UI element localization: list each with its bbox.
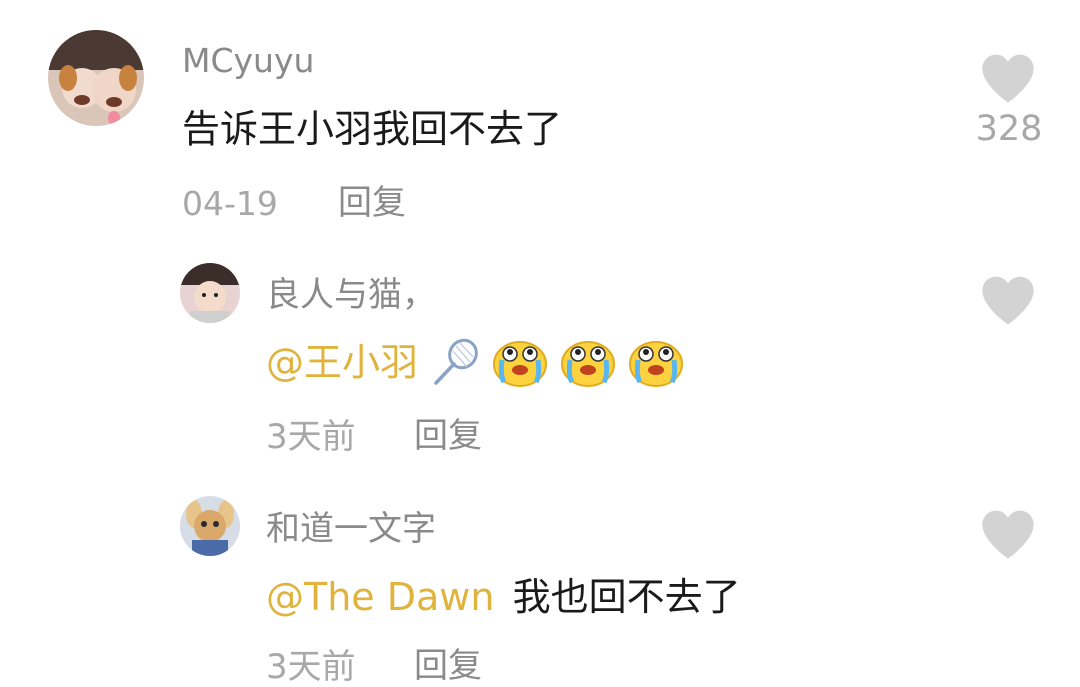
reply-date: 3天前 xyxy=(266,647,356,687)
mention-link[interactable]: @The Dawn xyxy=(266,575,494,619)
like-count: 328 xyxy=(975,109,1043,149)
comment-username[interactable]: MCyuyu xyxy=(182,44,314,77)
reply-button[interactable]: 回复 xyxy=(414,419,482,453)
reply-date: 3天前 xyxy=(266,417,356,457)
reply-message: 我也回不去了 xyxy=(512,575,741,619)
avatar[interactable] xyxy=(48,30,144,126)
reply-button[interactable]: 回复 xyxy=(414,649,482,683)
reply-button[interactable]: 回复 xyxy=(338,186,406,220)
crying-face-emoji xyxy=(492,336,548,394)
reply-username[interactable]: 良人与猫， xyxy=(266,278,436,312)
avatar[interactable] xyxy=(180,496,240,556)
heart-icon xyxy=(982,276,1034,325)
mention-link[interactable]: @王小羽 xyxy=(266,341,418,385)
like-button[interactable] xyxy=(980,508,1036,560)
heart-icon xyxy=(982,54,1034,103)
crying-face-emoji xyxy=(628,336,684,394)
like-button[interactable] xyxy=(980,52,1036,104)
badminton-racket-icon xyxy=(430,337,480,393)
heart-icon xyxy=(982,510,1034,559)
reply-text: @王小羽 xyxy=(266,336,684,388)
comment-date: 04-19 xyxy=(182,184,278,223)
crying-face-emoji xyxy=(560,336,616,394)
like-button[interactable] xyxy=(980,274,1036,326)
reply-text: @The Dawn 我也回不去了 xyxy=(266,578,741,616)
comment-text: 告诉王小羽我回不去了 xyxy=(182,107,563,151)
reply-username[interactable]: 和道一文字 xyxy=(266,512,436,546)
avatar[interactable] xyxy=(180,263,240,323)
